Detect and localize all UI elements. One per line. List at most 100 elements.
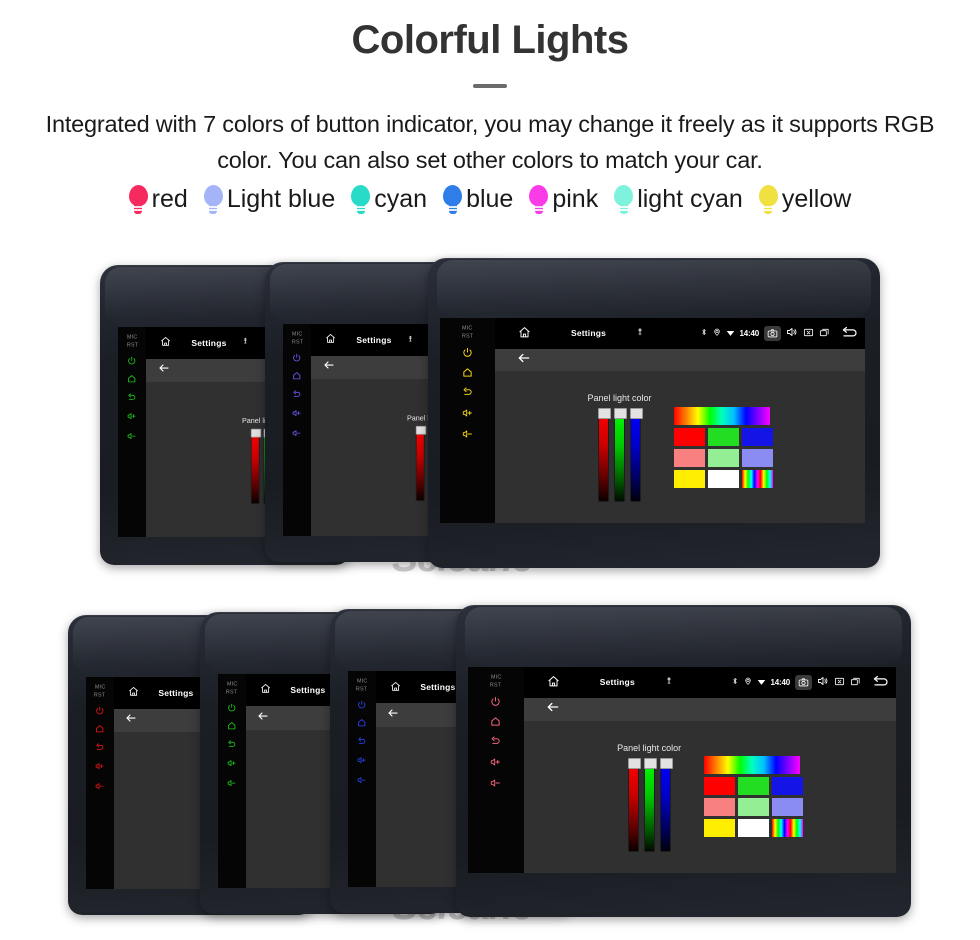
home-icon[interactable] [547, 675, 560, 690]
microphone-icon[interactable] [664, 676, 674, 688]
volume-up-icon[interactable] [127, 411, 137, 421]
close-box-icon[interactable] [834, 676, 845, 689]
back-arrow-icon[interactable] [323, 358, 335, 376]
device-pink[interactable]: MIC RST Settings 14:40 Panel light color [456, 605, 911, 917]
volume-up-icon[interactable] [95, 761, 105, 771]
volume-up-icon[interactable] [292, 408, 302, 418]
volume-down-icon[interactable] [95, 781, 105, 791]
microphone-icon[interactable] [241, 337, 250, 348]
red-slider[interactable] [627, 757, 641, 851]
home-icon[interactable] [325, 333, 336, 346]
device-yellow[interactable]: MIC RST Settings 14:40 Panel light color [428, 258, 880, 568]
volume-down-icon[interactable] [490, 777, 502, 789]
slider-thumb[interactable] [627, 757, 641, 769]
home-outline-icon[interactable] [292, 371, 301, 380]
blue-slider[interactable] [630, 408, 644, 502]
volume-down-icon[interactable] [127, 431, 137, 441]
color-swatch-rainbow[interactable] [771, 819, 803, 838]
home-outline-icon[interactable] [227, 721, 236, 730]
color-swatch-yellow[interactable] [673, 469, 705, 488]
power-icon[interactable] [95, 706, 104, 715]
back-arrow-icon[interactable] [158, 361, 170, 379]
microphone-icon[interactable] [635, 327, 645, 339]
home-icon[interactable] [518, 326, 531, 341]
back-icon[interactable] [462, 387, 473, 398]
home-outline-icon[interactable] [95, 724, 104, 733]
color-swatch-light-blue[interactable] [741, 448, 773, 467]
back-arrow-icon[interactable] [841, 326, 859, 341]
slider-thumb[interactable] [415, 426, 427, 436]
back-icon[interactable] [95, 743, 104, 752]
color-swatch-green[interactable] [737, 777, 769, 796]
power-icon[interactable] [292, 353, 301, 362]
recents-icon[interactable] [850, 676, 861, 689]
volume-down-icon[interactable] [292, 428, 302, 438]
color-swatch-rainbow-gradient[interactable] [673, 406, 770, 425]
close-box-icon[interactable] [803, 327, 814, 340]
back-arrow-icon[interactable] [125, 711, 137, 729]
power-icon[interactable] [357, 700, 366, 709]
color-swatch-yellow[interactable] [703, 819, 735, 838]
volume-down-icon[interactable] [462, 428, 474, 440]
slider-thumb[interactable] [598, 408, 612, 420]
power-icon[interactable] [490, 696, 501, 707]
back-icon[interactable] [227, 740, 236, 749]
back-icon[interactable] [357, 737, 366, 746]
color-swatch-green[interactable] [707, 427, 739, 446]
home-outline-icon[interactable] [127, 374, 136, 383]
green-slider[interactable] [614, 408, 628, 502]
home-icon[interactable] [160, 336, 171, 349]
color-swatch-white[interactable] [737, 819, 769, 838]
home-outline-icon[interactable] [490, 716, 501, 727]
microphone-icon[interactable] [406, 335, 415, 346]
slider-thumb[interactable] [250, 428, 262, 437]
slider-thumb[interactable] [659, 757, 673, 769]
volume-icon[interactable] [786, 326, 798, 340]
device-screen[interactable]: MIC RST Settings 14:40 Panel light color [468, 667, 896, 873]
blue-slider[interactable] [659, 757, 673, 851]
slider-thumb[interactable] [630, 408, 644, 420]
home-outline-icon[interactable] [357, 718, 366, 727]
volume-icon[interactable] [817, 675, 829, 689]
color-swatch-blue[interactable] [741, 427, 773, 446]
back-arrow-icon[interactable] [257, 709, 269, 727]
color-swatch-blue[interactable] [771, 777, 803, 796]
color-swatch-light-red[interactable] [673, 448, 705, 467]
slider-thumb[interactable] [614, 408, 628, 420]
color-swatch-light-red[interactable] [703, 798, 735, 817]
camera-icon[interactable] [795, 674, 812, 690]
power-icon[interactable] [462, 347, 473, 358]
power-icon[interactable] [127, 356, 136, 365]
home-icon[interactable] [390, 681, 401, 694]
color-swatch-light-green[interactable] [737, 798, 769, 817]
camera-icon[interactable] [764, 325, 781, 341]
back-arrow-icon[interactable] [387, 706, 399, 724]
device-screen[interactable]: MIC RST Settings 14:40 Panel light color [440, 318, 865, 523]
red-slider[interactable] [250, 428, 262, 503]
volume-up-icon[interactable] [462, 407, 474, 419]
color-swatch-red[interactable] [703, 777, 735, 796]
color-swatch-red[interactable] [673, 427, 705, 446]
green-slider[interactable] [643, 757, 657, 851]
power-icon[interactable] [227, 703, 236, 712]
color-swatch-light-green[interactable] [707, 448, 739, 467]
volume-down-icon[interactable] [227, 778, 237, 788]
back-icon[interactable] [292, 390, 301, 399]
back-arrow-icon[interactable] [872, 675, 890, 690]
back-icon[interactable] [127, 393, 136, 402]
volume-up-icon[interactable] [490, 756, 502, 768]
home-icon[interactable] [260, 683, 271, 696]
red-slider[interactable] [598, 408, 612, 502]
color-swatch-white[interactable] [707, 469, 739, 488]
back-arrow-icon[interactable] [546, 700, 560, 719]
color-swatch-rainbow[interactable] [741, 469, 773, 488]
recents-icon[interactable] [819, 327, 830, 340]
back-icon[interactable] [490, 736, 501, 747]
back-arrow-icon[interactable] [517, 351, 531, 370]
home-outline-icon[interactable] [462, 367, 473, 378]
color-swatch-rainbow-gradient[interactable] [703, 756, 800, 775]
volume-up-icon[interactable] [227, 758, 237, 768]
home-icon[interactable] [128, 686, 139, 699]
slider-thumb[interactable] [643, 757, 657, 769]
volume-down-icon[interactable] [357, 775, 367, 785]
